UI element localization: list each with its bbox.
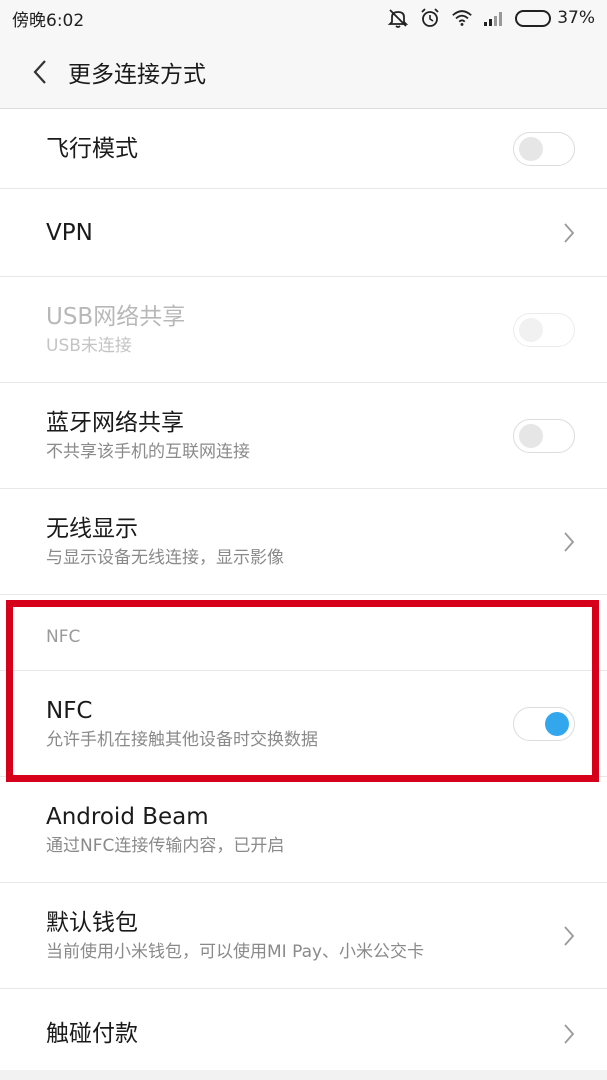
row-title: 无线显示 xyxy=(46,515,138,542)
settings-list: 飞行模式 VPN USB网络共享 USB未连接 蓝牙网络共享 不共享该手机的互联… xyxy=(0,109,607,1079)
chevron-right-icon xyxy=(563,222,575,244)
row-title: Android Beam xyxy=(46,803,209,830)
row-usb-tethering: USB网络共享 USB未连接 xyxy=(0,277,607,383)
toggle-knob xyxy=(519,317,543,342)
battery-percent: 37% xyxy=(557,8,595,28)
row-tap-and-pay[interactable]: 触碰付款 xyxy=(0,989,607,1079)
signal-icon xyxy=(483,7,505,29)
section-header-nfc: NFC xyxy=(0,603,607,671)
row-vpn[interactable]: VPN xyxy=(0,189,607,277)
row-default-wallet[interactable]: 默认钱包 当前使用小米钱包，可以使用MI Pay、小米公交卡 xyxy=(0,883,607,989)
chevron-right-icon xyxy=(563,531,575,553)
row-android-beam[interactable]: Android Beam 通过NFC连接传输内容，已开启 xyxy=(0,777,607,883)
toggle-knob xyxy=(545,711,569,736)
status-time: 傍晚6:02 xyxy=(12,10,85,31)
chevron-right-icon xyxy=(563,1023,575,1045)
wifi-icon xyxy=(451,7,473,29)
row-subtitle: 与显示设备无线连接，显示影像 xyxy=(46,547,284,568)
status-icons: 37% xyxy=(387,7,595,29)
row-subtitle: USB未连接 xyxy=(46,335,132,356)
battery-icon xyxy=(515,9,552,27)
chevron-right-icon xyxy=(563,925,575,947)
row-title: 飞行模式 xyxy=(46,135,138,162)
back-arrow-icon xyxy=(33,60,46,84)
usb-tethering-toggle xyxy=(513,312,575,347)
row-airplane-mode[interactable]: 飞行模式 xyxy=(0,109,607,189)
toggle-knob xyxy=(519,423,543,448)
row-title: 触碰付款 xyxy=(46,1021,138,1047)
alarm-icon xyxy=(419,7,441,29)
row-title: USB网络共享 xyxy=(46,303,186,330)
row-bluetooth-tethering[interactable]: 蓝牙网络共享 不共享该手机的互联网连接 xyxy=(0,383,607,489)
row-subtitle: 通过NFC连接传输内容，已开启 xyxy=(46,835,285,856)
battery-indicator: 37% xyxy=(515,8,595,28)
nfc-toggle[interactable] xyxy=(513,706,575,741)
row-subtitle: 不共享该手机的互联网连接 xyxy=(46,441,250,462)
back-button[interactable] xyxy=(16,48,64,96)
row-subtitle: 允许手机在接触其他设备时交换数据 xyxy=(46,729,318,750)
toggle-knob xyxy=(519,136,543,161)
mute-icon xyxy=(387,7,409,29)
status-bar: 傍晚6:02 37% xyxy=(0,0,607,36)
row-title: 蓝牙网络共享 xyxy=(46,409,184,436)
airplane-mode-toggle[interactable] xyxy=(513,131,575,166)
row-title: NFC xyxy=(46,697,93,724)
header: 更多连接方式 xyxy=(0,36,607,109)
row-nfc[interactable]: NFC 允许手机在接触其他设备时交换数据 xyxy=(0,671,607,777)
row-title: 默认钱包 xyxy=(46,909,138,936)
row-subtitle: 当前使用小米钱包，可以使用MI Pay、小米公交卡 xyxy=(46,941,425,962)
row-title: VPN xyxy=(46,219,93,246)
bottom-strip xyxy=(0,1070,607,1080)
bluetooth-tethering-toggle[interactable] xyxy=(513,418,575,453)
page-title: 更多连接方式 xyxy=(68,62,206,88)
row-wireless-display[interactable]: 无线显示 与显示设备无线连接，显示影像 xyxy=(0,489,607,595)
